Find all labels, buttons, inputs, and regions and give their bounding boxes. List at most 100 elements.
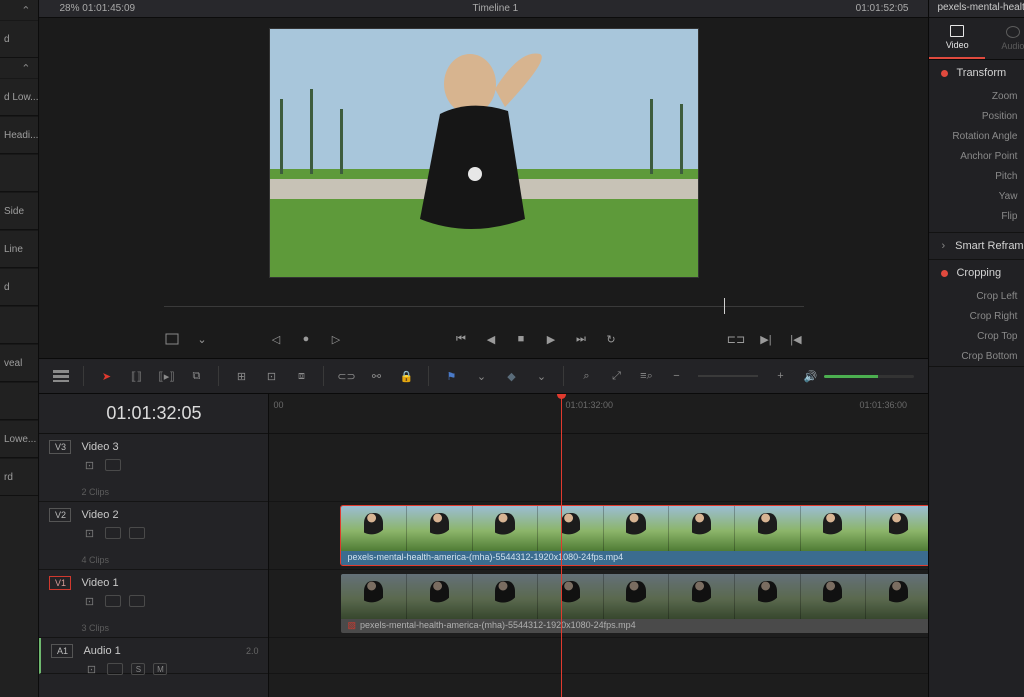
overwrite-icon[interactable]: ⊡ bbox=[263, 369, 279, 383]
lock-icon[interactable]: ⊡ bbox=[81, 458, 97, 472]
sidebar-item[interactable] bbox=[0, 382, 38, 420]
sidebar-item[interactable] bbox=[0, 154, 38, 192]
play-icon[interactable]: ▶ bbox=[543, 332, 559, 346]
step-back-icon[interactable]: ◀ bbox=[483, 332, 499, 346]
enable-dot-icon[interactable] bbox=[941, 270, 948, 277]
sidebar-item[interactable]: rd bbox=[0, 458, 38, 496]
label-crop-top: Crop Top bbox=[929, 331, 1017, 342]
auto-select-icon[interactable] bbox=[105, 459, 121, 471]
solo-button[interactable]: S bbox=[131, 663, 145, 675]
sidebar-item[interactable]: d bbox=[0, 20, 38, 58]
label-anchor: Anchor Point bbox=[929, 151, 1017, 162]
lock-icon[interactable]: ⊡ bbox=[83, 662, 99, 676]
replace-icon[interactable]: ⧈ bbox=[293, 369, 309, 383]
lock-icon[interactable]: ⊡ bbox=[81, 526, 97, 540]
timecode-right: 01:01:52:05 bbox=[856, 3, 909, 14]
volume-slider[interactable] bbox=[824, 375, 914, 378]
track-tag[interactable]: V3 bbox=[49, 440, 71, 454]
sidebar-item[interactable]: Headi... bbox=[0, 116, 38, 154]
ruler-tick: 01:01:32:00 bbox=[565, 400, 613, 410]
sidebar-item[interactable]: Lowe... bbox=[0, 420, 38, 458]
section-title: Smart Reframe bbox=[955, 240, 1024, 252]
audio-icon bbox=[1006, 26, 1020, 38]
timeline-toolbar: ➤ ⟦⟧ ⟦▸⟧ ⧉ ⊞ ⊡ ⧈ ⊂⊃ ⚯ 🔒 ⚑ ⌄ ◆ ⌄ ⌕ ⤢ ≡⌕ −… bbox=[39, 358, 928, 394]
lock-icon[interactable]: 🔒 bbox=[398, 369, 414, 383]
next-edit-icon[interactable]: ▷ bbox=[328, 332, 344, 346]
link-icon[interactable]: ⚯ bbox=[368, 369, 384, 383]
enable-dot-icon[interactable] bbox=[941, 70, 948, 77]
track-header-a1[interactable]: A1Audio 12.0 ⊡SM bbox=[39, 638, 268, 674]
blade-tool-icon[interactable]: ⧉ bbox=[188, 369, 204, 383]
track-header-v1[interactable]: V1Video 1 ⊡ 3 Clips bbox=[39, 570, 268, 638]
timeline-lanes[interactable]: 00 01:01:32:00 01:01:36:00 pexels-mental… bbox=[269, 394, 928, 697]
time-ruler[interactable]: 00 01:01:32:00 01:01:36:00 bbox=[269, 394, 928, 434]
track-header-v2[interactable]: V2Video 2 ⊡ 4 Clips bbox=[39, 502, 268, 570]
auto-select-icon[interactable] bbox=[107, 663, 123, 675]
marker-icon[interactable]: ◆ bbox=[503, 369, 519, 383]
track-name: Audio 1 bbox=[83, 645, 120, 657]
label-zoom: Zoom bbox=[929, 91, 1017, 102]
viewer-scrubbar[interactable] bbox=[164, 296, 804, 318]
clip-v1[interactable]: ▧pexels-mental-health-america-(mha)-5544… bbox=[341, 574, 928, 633]
ruler-tick: 01:01:36:00 bbox=[859, 400, 907, 410]
trim-tool-icon[interactable]: ⟦⟧ bbox=[128, 369, 144, 383]
dot-icon[interactable]: ● bbox=[298, 332, 314, 346]
dropdown-icon[interactable]: ⌄ bbox=[194, 332, 210, 346]
ruler-tick: 00 bbox=[273, 400, 283, 410]
inspector-panel: pexels-mental-health-ameri...544312-1920… bbox=[929, 0, 1024, 697]
zoom-fit-icon[interactable]: ⤢ bbox=[608, 369, 624, 383]
playhead[interactable] bbox=[561, 394, 562, 697]
safe-area-icon[interactable] bbox=[164, 332, 180, 346]
snap-icon[interactable]: ⊂⊃ bbox=[338, 369, 354, 383]
section-title: Transform bbox=[956, 67, 1006, 79]
fx-badge-icon: ▧ bbox=[347, 620, 356, 630]
search-icon[interactable]: ⌕ bbox=[578, 369, 594, 383]
track-tag[interactable]: V1 bbox=[49, 576, 71, 590]
stop-icon[interactable]: ■ bbox=[513, 332, 529, 346]
dropdown-icon[interactable]: ⌄ bbox=[533, 369, 549, 383]
sidebar-item[interactable]: d Low... bbox=[0, 78, 38, 116]
flag-icon[interactable]: ⚑ bbox=[443, 369, 459, 383]
speaker-icon[interactable]: 🔊 bbox=[802, 369, 818, 383]
enable-icon[interactable] bbox=[129, 595, 145, 607]
track-tag[interactable]: V2 bbox=[49, 508, 71, 522]
sidebar-item[interactable]: veal bbox=[0, 344, 38, 382]
step-forward-icon[interactable]: ⏭ bbox=[573, 332, 589, 346]
first-frame-icon[interactable]: ⏮ bbox=[453, 332, 469, 346]
insert-icon[interactable]: ⊞ bbox=[233, 369, 249, 383]
go-start-icon[interactable]: |◀ bbox=[788, 332, 804, 346]
section-smart-reframe[interactable]: ›Smart Reframe bbox=[929, 233, 1024, 260]
enable-icon[interactable] bbox=[129, 527, 145, 539]
go-end-icon[interactable]: ▶| bbox=[758, 332, 774, 346]
match-frame-icon[interactable]: ⊏⊐ bbox=[728, 332, 744, 346]
auto-select-icon[interactable] bbox=[105, 595, 121, 607]
dropdown-icon[interactable]: ⌄ bbox=[473, 369, 489, 383]
track-header-v3[interactable]: V3Video 3 ⊡ 2 Clips bbox=[39, 434, 268, 502]
dynamic-trim-icon[interactable]: ⟦▸⟧ bbox=[158, 369, 174, 383]
mute-button[interactable]: M bbox=[153, 663, 167, 675]
detail-zoom-icon[interactable]: ≡⌕ bbox=[638, 369, 654, 383]
clip-count: 3 Clips bbox=[81, 623, 109, 633]
track-tag[interactable]: A1 bbox=[51, 644, 73, 658]
zoom-out-icon[interactable]: − bbox=[668, 369, 684, 383]
sidebar-item[interactable] bbox=[0, 306, 38, 344]
clip-v2[interactable]: pexels-mental-health-america-(mha)-55443… bbox=[341, 506, 928, 565]
chevron-up-icon[interactable]: ⌃ bbox=[0, 0, 38, 20]
selection-tool-icon[interactable]: ➤ bbox=[98, 369, 114, 383]
clip-label: pexels-mental-health-america-(mha)-55443… bbox=[341, 551, 928, 565]
lock-icon[interactable]: ⊡ bbox=[81, 594, 97, 608]
effects-sidebar: ⌃ d ⌃ d Low... Headi... Side Line d veal… bbox=[0, 0, 39, 697]
sidebar-item[interactable]: d bbox=[0, 268, 38, 306]
auto-select-icon[interactable] bbox=[105, 527, 121, 539]
prev-edit-icon[interactable]: ◁ bbox=[268, 332, 284, 346]
section-transform: Transform ZoomX1.000⚯Y1.000 PositionX0.0… bbox=[929, 60, 1024, 233]
chevron-up-icon[interactable]: ⌃ bbox=[0, 58, 38, 78]
tab-audio[interactable]: Audio bbox=[985, 18, 1024, 59]
sidebar-item[interactable]: Line bbox=[0, 230, 38, 268]
program-viewer[interactable] bbox=[269, 28, 699, 278]
tab-video[interactable]: Video bbox=[929, 18, 985, 59]
sidebar-item[interactable]: Side bbox=[0, 192, 38, 230]
timeline-view-icon[interactable] bbox=[53, 369, 69, 383]
zoom-in-icon[interactable]: + bbox=[772, 369, 788, 383]
loop-icon[interactable]: ↻ bbox=[603, 332, 619, 346]
